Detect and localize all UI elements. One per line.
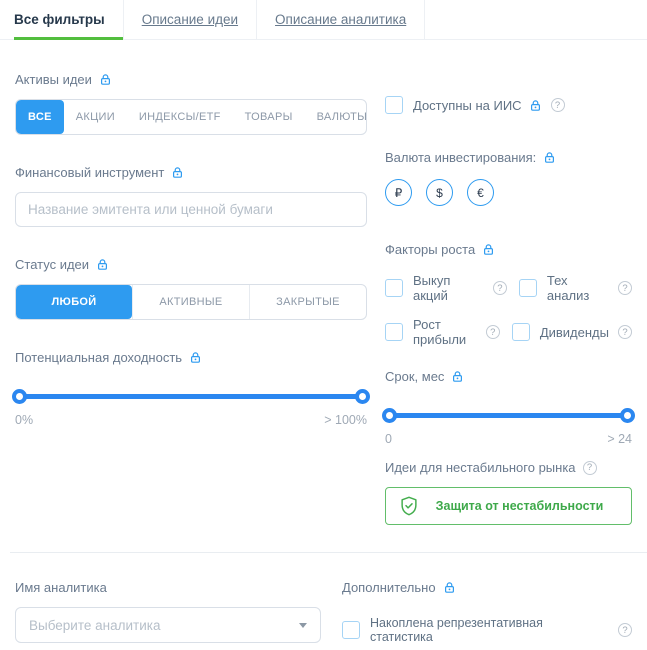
protection-from-instability-button[interactable]: Защита от нестабильности [385,487,632,525]
lock-icon [543,151,556,164]
tab-all-filters[interactable]: Все фильтры [14,0,123,39]
iis-checkbox[interactable] [385,96,403,114]
help-icon[interactable]: ? [551,98,565,112]
profit-growth-label: Рост прибыли [413,317,477,347]
instrument-filter-label: Финансовый инструмент [15,165,367,180]
analyst-select[interactable]: Выберите аналитика [15,607,321,643]
segment-asset-commodities[interactable]: ТОВАРЫ [233,100,305,134]
yield-filter-label: Потенциальная доходность [15,350,367,365]
segment-asset-currencies[interactable]: ВАЛЮТЫ [305,100,367,134]
term-max-label: > 24 [607,432,632,446]
tab-all-filters-label: Все фильтры [14,12,123,27]
filter-tabs: Все фильтры Описание идеи Описание анали… [0,0,647,40]
yield-range-slider [15,389,367,404]
segment-asset-stocks[interactable]: АКЦИИ [64,100,127,134]
yield-slider-min-handle[interactable] [12,389,27,404]
analyst-select-placeholder: Выберите аналитика [29,618,160,633]
lock-icon [482,243,495,256]
term-min-label: 0 [385,432,392,446]
statistics-label: Накоплена репрезентативная статистика [370,616,609,644]
growth-row-1: Выкуп акций ? Тех анализ ? [385,273,632,303]
term-slider-max-handle[interactable] [620,408,635,423]
profit-growth-checkbox-row: Рост прибыли ? [385,317,500,347]
tech-analysis-checkbox-row: Тех анализ ? [519,273,632,303]
currency-filter-label: Валюта инвестирования: [385,150,632,165]
term-slider-min-handle[interactable] [382,408,397,423]
buyback-checkbox-row: Выкуп акций ? [385,273,507,303]
tab-analyst-description-label: Описание аналитика [257,12,424,27]
segment-asset-all[interactable]: ВСЕ [16,100,64,134]
help-icon[interactable]: ? [618,623,632,637]
segment-status-any[interactable]: ЛЮБОЙ [16,285,132,319]
currency-usd-button[interactable]: $ [426,179,453,206]
currency-eur-button[interactable]: € [467,179,494,206]
dividends-checkbox[interactable] [512,323,530,341]
lock-icon [451,370,464,383]
growth-row-2: Рост прибыли ? Дивиденды ? [385,317,632,347]
yield-max-label: > 100% [324,413,367,427]
shield-check-icon [398,495,420,517]
asset-filter-label: Активы идеи [15,72,367,87]
currency-rub-button[interactable]: ₽ [385,179,412,206]
chevron-down-icon [299,623,307,628]
additional-filters-label: Дополнительно [342,580,632,595]
segment-asset-indices-etf[interactable]: ИНДЕКСЫ/ETF [127,100,233,134]
tab-separator [424,0,425,39]
help-icon[interactable]: ? [618,281,632,295]
yield-min-label: 0% [15,413,33,427]
lock-icon [529,99,542,112]
yield-slider-max-handle[interactable] [355,389,370,404]
lock-icon [189,351,202,364]
protection-button-label: Защита от нестабильности [420,499,619,513]
term-filter-label: Срок, мес [385,369,632,384]
tech-analysis-checkbox[interactable] [519,279,537,297]
lock-icon [171,166,184,179]
segment-status-closed[interactable]: ЗАКРЫТЫЕ [249,285,366,319]
iis-checkbox-row: Доступны на ИИС ? [385,96,632,114]
unstable-market-label: Идеи для нестабильного рынка ? [385,460,632,475]
buyback-checkbox[interactable] [385,279,403,297]
profit-growth-checkbox[interactable] [385,323,403,341]
help-icon[interactable]: ? [583,461,597,475]
statistics-checkbox-row: Накоплена репрезентативная статистика ? [342,616,632,644]
term-range-labels: 0 > 24 [385,432,632,446]
yield-range-labels: 0% > 100% [15,413,367,427]
statistics-checkbox[interactable] [342,621,360,639]
slider-track[interactable] [385,413,632,418]
dividends-checkbox-row: Дивиденды ? [512,317,632,347]
buyback-label: Выкуп акций [413,273,484,303]
tab-analyst-description[interactable]: Описание аналитика [257,0,424,39]
term-range-slider [385,408,632,423]
analyst-name-label: Имя аналитика [15,580,321,595]
status-filter-label: Статус идеи [15,257,367,272]
growth-factors-label: Факторы роста [385,242,632,257]
tab-idea-description-label: Описание идеи [124,12,256,27]
asset-type-segmented-control: ВСЕ АКЦИИ ИНДЕКСЫ/ETF ТОВАРЫ ВАЛЮТЫ ОБЛИ… [15,99,367,135]
lock-icon [443,581,456,594]
lock-icon [99,73,112,86]
tab-idea-description[interactable]: Описание идеи [124,0,256,39]
tech-analysis-label: Тех анализ [547,273,609,303]
slider-track[interactable] [15,394,367,399]
segment-status-active[interactable]: АКТИВНЫЕ [132,285,249,319]
dividends-label: Дивиденды [540,325,609,340]
help-icon[interactable]: ? [486,325,500,339]
section-divider [10,552,647,553]
lock-icon [96,258,109,271]
help-icon[interactable]: ? [618,325,632,339]
currency-buttons: ₽ $ € [385,179,632,206]
instrument-search-input[interactable] [15,192,367,227]
iis-label: Доступны на ИИС [413,98,522,113]
help-icon[interactable]: ? [493,281,507,295]
status-segmented-control: ЛЮБОЙ АКТИВНЫЕ ЗАКРЫТЫЕ [15,284,367,320]
